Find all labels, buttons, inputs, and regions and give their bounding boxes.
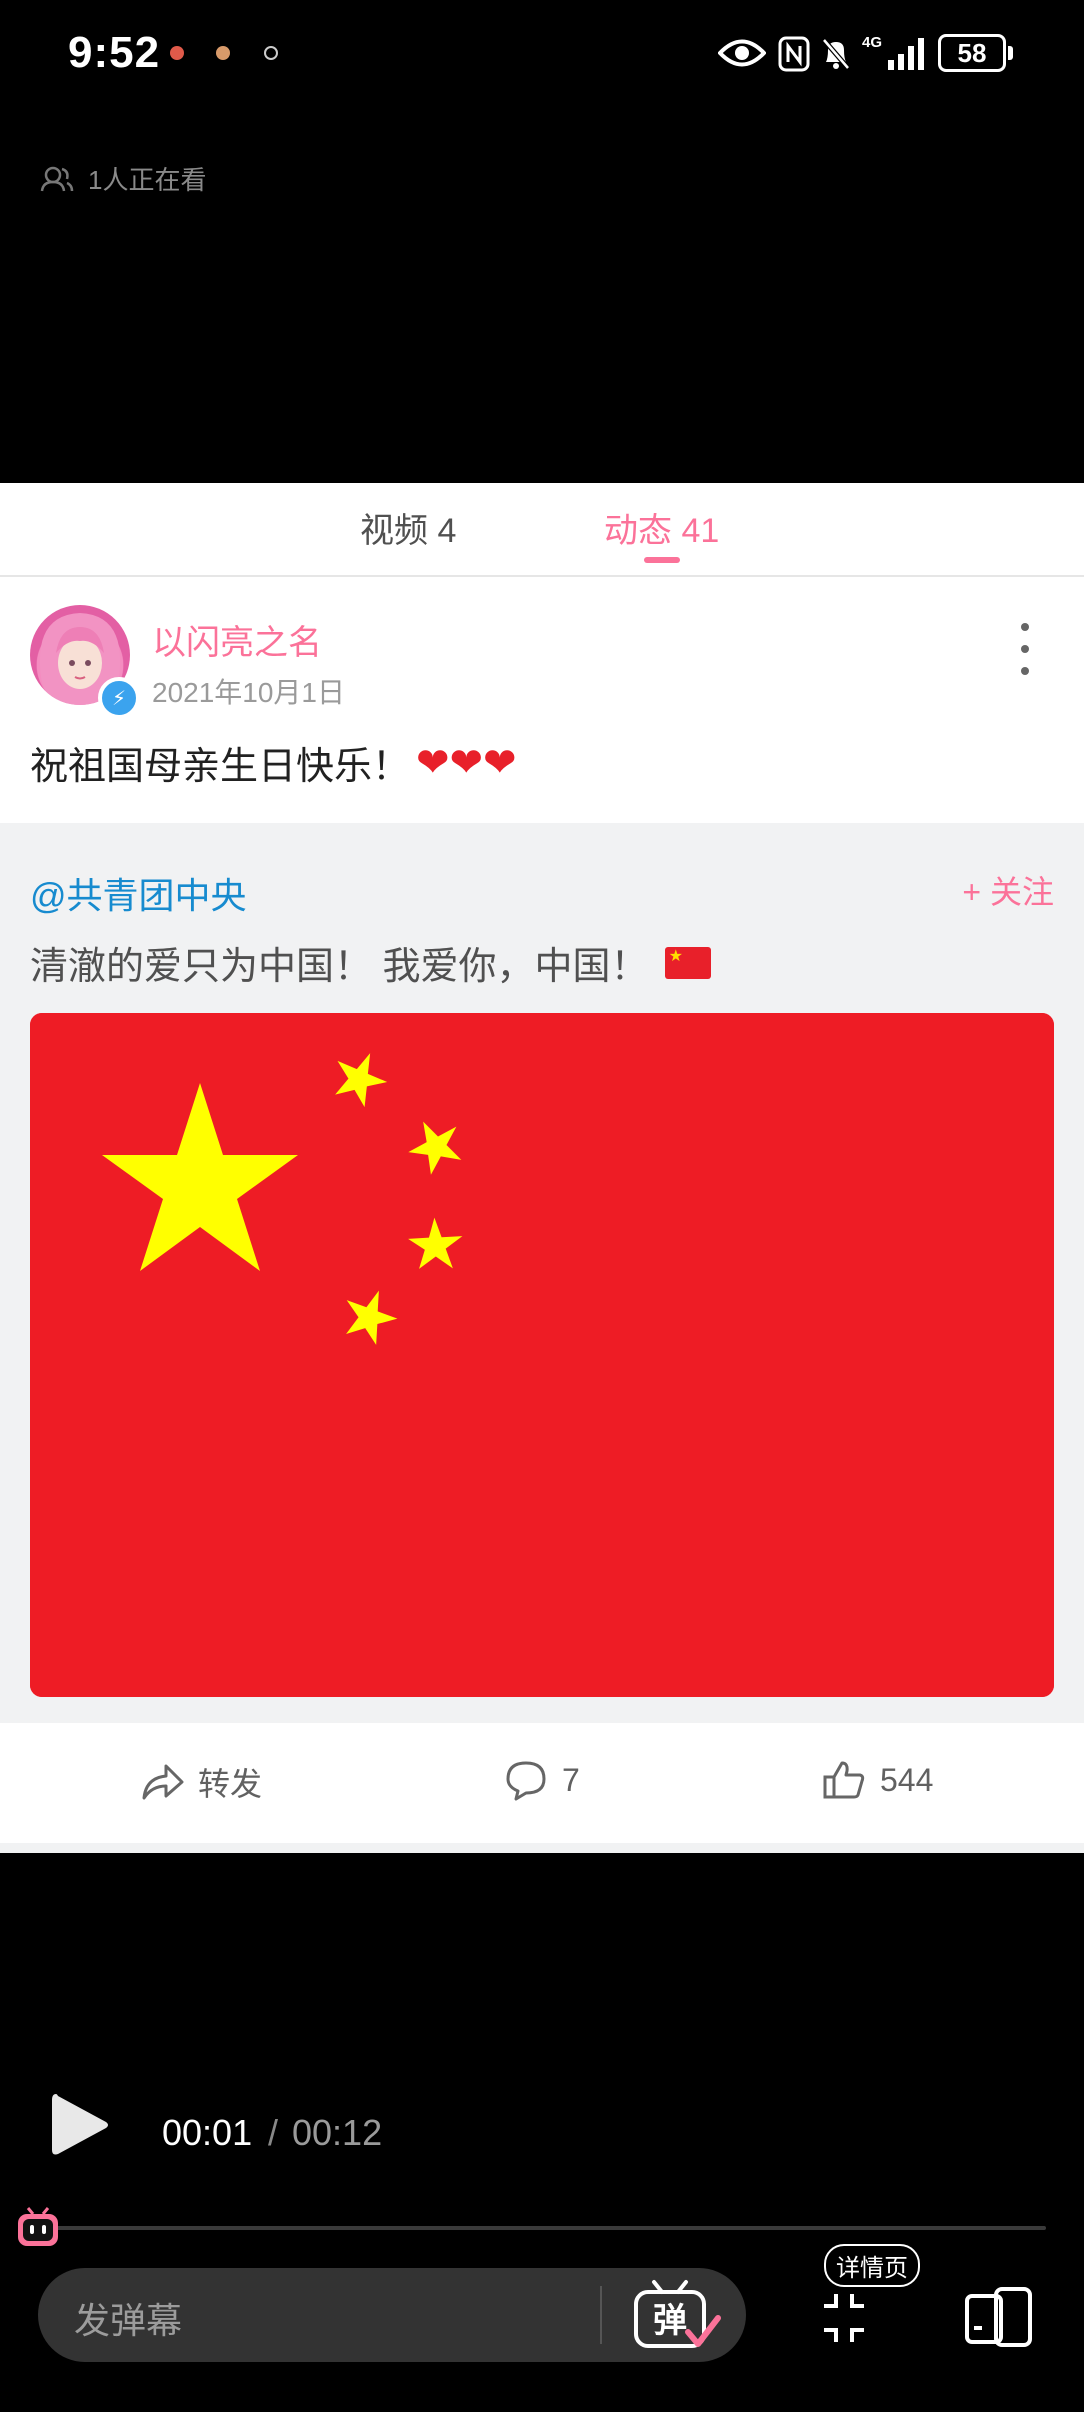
- detail-page-label[interactable]: 详情页: [824, 2244, 920, 2287]
- post-text-body: 祝祖国母亲生日快乐！: [30, 746, 411, 788]
- current-time: 00:01: [162, 2112, 253, 2153]
- share-label: 转发: [198, 1766, 263, 1802]
- tv-mascot-progress-thumb-icon[interactable]: [16, 2206, 60, 2248]
- people-icon: [40, 166, 74, 191]
- post-action-bar: 转发 7 544: [0, 1723, 1084, 1843]
- danmaku-input[interactable]: 发弹幕 弹: [38, 2268, 746, 2362]
- nfc-icon: [778, 36, 810, 72]
- notification-app-icon: [216, 46, 230, 60]
- battery-tip: [1008, 46, 1013, 60]
- status-time: 9:52: [68, 28, 161, 77]
- play-icon[interactable]: [50, 2090, 110, 2160]
- comment-icon: [506, 1761, 546, 1801]
- follow-button[interactable]: + 关注: [962, 867, 1054, 913]
- tab-bar: 视频 4 动态 41: [0, 483, 1084, 577]
- more-options-icon[interactable]: [1010, 619, 1040, 679]
- notification-app-icon: [264, 46, 278, 60]
- post-text: 祝祖国母亲生日快乐！ ❤❤❤: [30, 735, 517, 790]
- repost-text-body: 清澈的爱只为中国！ 我爱你，中国！: [30, 946, 649, 988]
- divider: [0, 1843, 1084, 1853]
- danmaku-toggle-icon: 弹: [634, 2280, 721, 2348]
- post-author-name[interactable]: 以闪亮之名: [152, 615, 322, 664]
- divider: [600, 2286, 602, 2344]
- china-flag-graphic: [30, 1013, 1054, 1697]
- china-flag-image[interactable]: [30, 1013, 1054, 1697]
- progress-bar[interactable]: [40, 2226, 1046, 2230]
- danmaku-placeholder: 发弹幕: [74, 2300, 183, 2341]
- share-button[interactable]: 转发: [140, 1759, 262, 1805]
- thumbs-up-icon: [823, 1761, 865, 1799]
- battery-indicator: 58: [938, 34, 1006, 72]
- tab-videos[interactable]: 视频 4: [360, 503, 456, 552]
- viewer-count: 1人正在看: [40, 160, 206, 197]
- notification-app-icon: [170, 46, 184, 60]
- share-icon: [142, 1764, 184, 1800]
- danmaku-toggle-button[interactable]: 弹: [632, 2278, 722, 2354]
- post-header: ⚡ 以闪亮之名 2021年10月1日: [0, 575, 1084, 735]
- active-tab-indicator: [644, 557, 680, 563]
- mute-bell-icon: [822, 38, 850, 70]
- eye-icon: [718, 39, 766, 67]
- time-separator: /: [268, 2112, 279, 2153]
- status-bar: 9:52 4G 58: [0, 0, 1084, 110]
- viewer-count-text: 1人正在看: [88, 165, 207, 195]
- heart-emoji: ❤❤❤: [416, 740, 517, 785]
- post-date: 2021年10月1日: [152, 677, 346, 708]
- dynamic-content-card: 视频 4 动态 41 ⚡ 以闪亮之名 2021年10月1日 祝祖国母亲生日快乐！…: [0, 483, 1084, 1853]
- comment-count: 7: [562, 1761, 580, 1798]
- repost-text: 清澈的爱只为中国！ 我爱你，中国！: [30, 935, 711, 990]
- comment-button[interactable]: 7: [504, 1759, 580, 1801]
- like-count: 544: [880, 1761, 934, 1798]
- cast-device-icon[interactable]: [964, 2286, 1034, 2348]
- verified-badge-icon: ⚡: [98, 677, 140, 719]
- reposted-content[interactable]: @共青团中央 + 关注 清澈的爱只为中国！ 我爱你，中国！: [0, 823, 1084, 1723]
- tab-dynamic[interactable]: 动态 41: [604, 503, 719, 552]
- exit-fullscreen-icon[interactable]: [820, 2290, 868, 2346]
- repost-author-link[interactable]: @共青团中央: [30, 867, 247, 919]
- network-type: 4G: [862, 34, 883, 51]
- china-flag-emoji-icon: [664, 946, 711, 979]
- like-button[interactable]: 544: [822, 1759, 933, 1801]
- total-time: 00:12: [292, 2112, 383, 2153]
- signal-icon: [888, 38, 924, 70]
- danmaku-toggle-label: 弹: [653, 2301, 687, 2341]
